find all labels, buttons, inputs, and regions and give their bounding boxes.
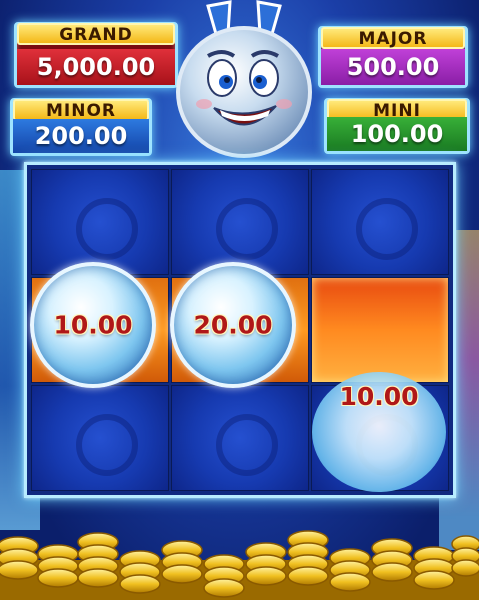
minor-jackpot-label: MINOR [13,99,149,121]
minor-jackpot-value: 200.00 [13,119,149,153]
mini-jackpot-plaque: MINI 100.00 [324,98,470,154]
major-jackpot-plaque: MAJOR 500.00 [318,26,468,88]
bonus-coin-r2-c2: 20.00 [170,262,296,388]
major-jackpot-label: MAJOR [321,27,465,49]
reel-cell-r1-c3 [311,169,449,275]
bonus-coin-value: 20.00 [193,310,273,340]
minor-jackpot-plaque: MINOR 200.00 [10,98,152,156]
reel-cell-r2-c3 [311,277,449,383]
reel-cell-r3-c1 [31,385,169,491]
gold-coin-pile-icon [0,530,479,600]
grand-jackpot-value: 5,000.00 [17,49,175,85]
falling-coin-value: 10.00 [339,382,419,411]
grand-jackpot-plaque: GRAND 5,000.00 [14,22,178,88]
major-jackpot-value: 500.00 [321,49,465,85]
mascot-coin-icon [176,0,312,158]
grand-jackpot-label: GRAND [17,23,175,45]
reel-cell-r1-c1 [31,169,169,275]
reel-cell-r1-c2 [171,169,309,275]
reel-cell-r3-c2 [171,385,309,491]
bonus-coin-value: 10.00 [53,310,133,340]
mini-jackpot-value: 100.00 [327,117,467,151]
bonus-coin-r2-c1: 10.00 [30,262,156,388]
